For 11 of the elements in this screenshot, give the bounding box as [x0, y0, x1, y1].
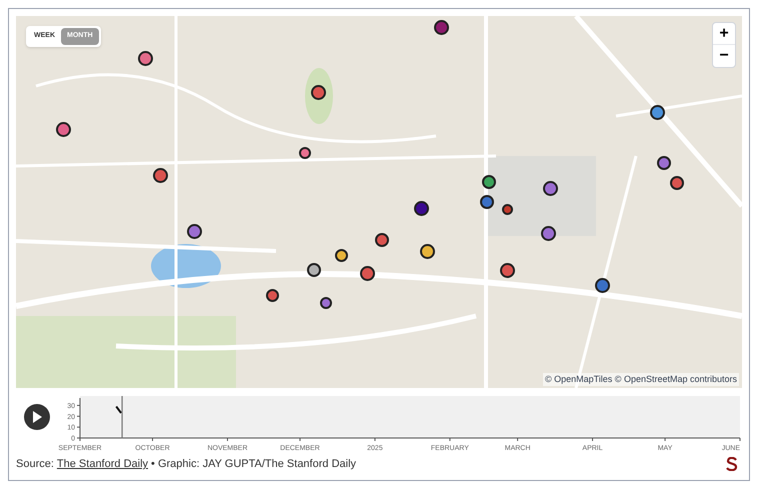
source-label: Source:: [16, 457, 54, 472]
source-link[interactable]: The Stanford Daily: [56, 456, 148, 472]
map-attribution: © OpenMapTiles © OpenStreetMap contributors: [542, 372, 739, 386]
play-icon: [32, 411, 42, 423]
y-axis: [76, 398, 80, 438]
graphic-credit: • Graphic: JAY GUPTA/The Stanford Daily: [151, 457, 356, 472]
count-line: [115, 406, 122, 414]
zoom-in-button[interactable]: +: [713, 23, 735, 45]
zoom-out-button[interactable]: −: [713, 45, 735, 67]
stanford-daily-logo-icon: [726, 457, 738, 472]
play-button[interactable]: [24, 404, 50, 430]
